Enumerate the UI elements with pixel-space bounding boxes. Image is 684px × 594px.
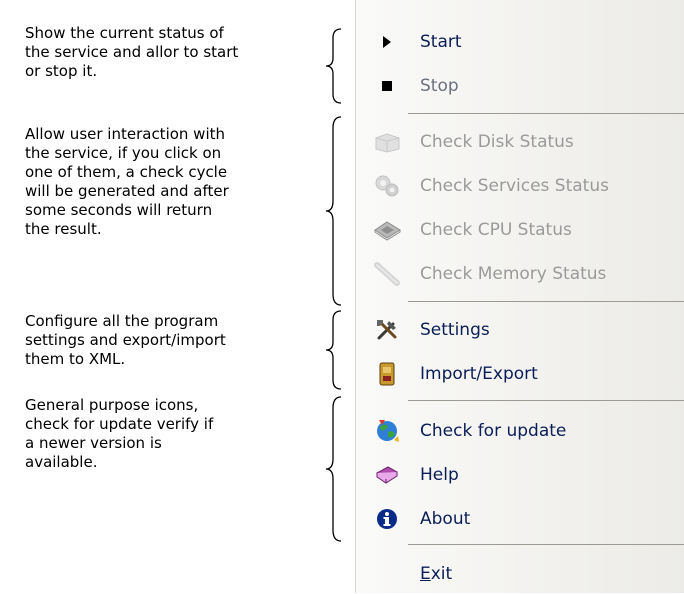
stop-icon bbox=[372, 72, 402, 100]
menu-item-label: Check Disk Status bbox=[420, 132, 574, 152]
menu-item-check-services[interactable]: Check Services Status bbox=[356, 166, 684, 206]
cpu-icon bbox=[372, 216, 402, 244]
annotation-general: General purpose icons, check for update … bbox=[25, 396, 214, 471]
exit-mnemonic: E bbox=[420, 564, 431, 584]
menu-item-label: Stop bbox=[420, 76, 459, 96]
tools-icon bbox=[372, 316, 402, 344]
menu-separator bbox=[408, 544, 684, 545]
menu-separator bbox=[408, 301, 684, 302]
menu-item-label: About bbox=[420, 509, 471, 529]
menu-item-label: Settings bbox=[420, 320, 490, 340]
menu-item-label: Help bbox=[420, 465, 459, 485]
menu-item-start[interactable]: Start bbox=[356, 22, 684, 62]
info-icon bbox=[372, 505, 402, 533]
menu-separator bbox=[408, 113, 684, 114]
help-book-icon bbox=[372, 461, 402, 489]
menu-item-help[interactable]: Help bbox=[356, 455, 684, 495]
menu-item-check-memory[interactable]: Check Memory Status bbox=[356, 254, 684, 294]
annotation-settings: Configure all the program settings and e… bbox=[25, 312, 226, 368]
menu-item-settings[interactable]: Settings bbox=[356, 310, 684, 350]
menu-item-label: Check Memory Status bbox=[420, 264, 607, 284]
menu-separator bbox=[408, 400, 684, 401]
brace-settings bbox=[325, 310, 343, 390]
play-icon bbox=[372, 28, 402, 56]
annotation-service: Show the current status of the service a… bbox=[25, 24, 239, 80]
menu-item-label: Check for update bbox=[420, 421, 567, 441]
brace-general bbox=[325, 396, 343, 542]
menu-item-check-update[interactable]: Check for update bbox=[356, 411, 684, 451]
disk-icon bbox=[372, 128, 402, 156]
menu-item-label: Check CPU Status bbox=[420, 220, 572, 240]
menu-item-label: Check Services Status bbox=[420, 176, 609, 196]
memory-icon bbox=[372, 260, 402, 288]
globe-update-icon bbox=[372, 417, 402, 445]
menu-item-label: Start bbox=[420, 32, 462, 52]
menu-item-about[interactable]: About bbox=[356, 499, 684, 539]
brace-service bbox=[325, 28, 343, 104]
menu-item-import-export[interactable]: Import/Export bbox=[356, 354, 684, 394]
services-icon bbox=[372, 172, 402, 200]
import-export-icon bbox=[372, 360, 402, 388]
exit-label-rest: xit bbox=[430, 564, 453, 584]
menu-item-label: Exit bbox=[420, 564, 452, 584]
menu-item-check-cpu[interactable]: Check CPU Status bbox=[356, 210, 684, 250]
menu-item-label: Import/Export bbox=[420, 364, 538, 384]
menu-item-check-disk[interactable]: Check Disk Status bbox=[356, 122, 684, 162]
menu-item-exit[interactable]: Exit bbox=[356, 554, 684, 594]
tray-context-menu: Start Stop Check Disk Status Check Servi… bbox=[355, 0, 684, 593]
menu-item-stop[interactable]: Stop bbox=[356, 66, 684, 106]
exit-icon-placeholder bbox=[372, 560, 402, 588]
brace-checks bbox=[325, 116, 343, 306]
annotation-checks: Allow user interaction with the service,… bbox=[25, 125, 229, 238]
